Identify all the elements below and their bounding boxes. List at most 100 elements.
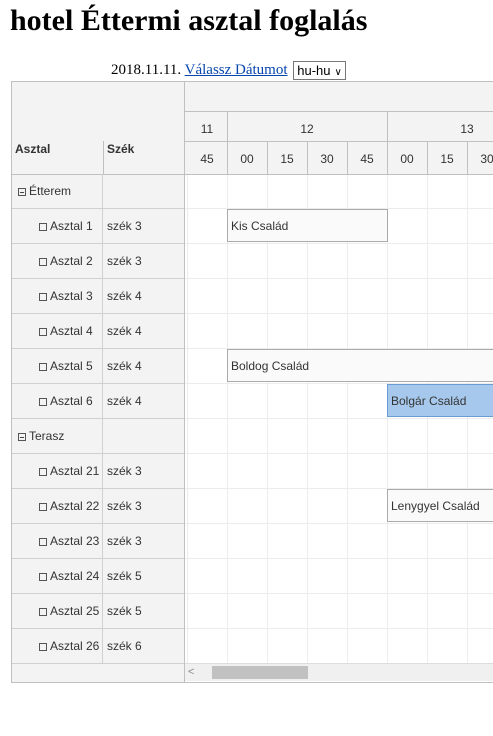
checkbox-icon[interactable] xyxy=(39,293,47,301)
row-label-cell: Asztal 1 xyxy=(12,209,103,243)
seat-label: szék 4 xyxy=(107,289,142,303)
table-row[interactable]: Asztal 21 szék 3 xyxy=(12,454,184,489)
choose-date-link[interactable]: Válassz Dátumot xyxy=(185,62,288,78)
collapse-icon[interactable] xyxy=(18,433,26,441)
table-row[interactable]: Asztal 4 szék 4 xyxy=(12,314,184,349)
row-header-panel: Asztal Szék Étterem Asztal 1 szék 3 Asztal … xyxy=(12,82,185,682)
table-row[interactable]: Asztal 26 szék 6 xyxy=(12,629,184,664)
reservation-event[interactable]: Kis Család xyxy=(227,209,388,242)
scheduler: Asztal Szék Étterem Asztal 1 szék 3 Asztal … xyxy=(11,81,493,683)
date-toolbar: 2018.11.11. Válassz Dátumot hu-hu ∨ xyxy=(111,61,346,80)
checkbox-icon[interactable] xyxy=(39,258,47,266)
current-date: 2018.11.11. xyxy=(111,61,182,78)
grid-column-line xyxy=(187,175,188,663)
row-label-cell: Asztal 3 xyxy=(12,279,103,313)
seat-label: szék 4 xyxy=(107,394,142,408)
row-label-cell: Asztal 6 xyxy=(12,384,103,418)
hour-label: 12 xyxy=(300,122,314,136)
checkbox-icon[interactable] xyxy=(39,573,47,581)
locale-select[interactable]: hu-hu ∨ xyxy=(293,61,346,80)
seat-label: szék 3 xyxy=(107,254,142,268)
grid-row-line xyxy=(185,558,493,559)
checkbox-icon[interactable] xyxy=(39,328,47,336)
grid-column-line xyxy=(427,175,428,663)
group-row[interactable]: Terasz xyxy=(12,419,184,454)
header-divider xyxy=(185,111,493,112)
timeline-panel: 11 12 13 45 00 15 30 45 00 15 30 Kis Család Boldog … xyxy=(185,82,493,682)
row-label-cell: Asztal 4 xyxy=(12,314,103,348)
horizontal-scrollbar[interactable]: < xyxy=(185,663,493,681)
row-label: Asztal 23 xyxy=(50,534,100,548)
row-label: Asztal 24 xyxy=(50,569,100,583)
page-title: hotel Éttermi asztal foglalás xyxy=(10,4,368,37)
checkbox-icon[interactable] xyxy=(39,468,47,476)
seat-label: szék 3 xyxy=(107,464,142,478)
checkbox-icon[interactable] xyxy=(39,608,47,616)
column-header-table: Asztal xyxy=(15,142,51,156)
row-label-cell: Terasz xyxy=(12,419,103,453)
collapse-icon[interactable] xyxy=(18,188,26,196)
grid-column-line xyxy=(467,175,468,663)
scroll-left-icon[interactable]: < xyxy=(188,664,194,681)
minute-label: 30 xyxy=(480,152,493,166)
column-header-seat: Szék xyxy=(107,142,135,156)
hour-separator xyxy=(227,112,228,141)
row-label: Asztal 5 xyxy=(50,359,93,373)
row-label: Asztal 22 xyxy=(50,499,100,513)
seat-label: szék 6 xyxy=(107,639,142,653)
minute-label: 15 xyxy=(280,152,294,166)
table-row[interactable]: Asztal 6 szék 4 xyxy=(12,384,184,419)
checkbox-icon[interactable] xyxy=(39,538,47,546)
row-header-corner: Asztal Szék xyxy=(12,82,184,175)
minute-label: 45 xyxy=(360,152,374,166)
grid-column-line xyxy=(307,175,308,663)
table-row[interactable]: Asztal 3 szék 4 xyxy=(12,279,184,314)
minute-label: 30 xyxy=(320,152,334,166)
grid-row-line xyxy=(185,243,493,244)
row-label: Étterem xyxy=(29,184,72,198)
row-label-cell: Asztal 5 xyxy=(12,349,103,383)
group-row[interactable]: Étterem xyxy=(12,174,184,209)
row-label: Asztal 25 xyxy=(50,604,100,618)
grid-row-line xyxy=(185,593,493,594)
checkbox-icon[interactable] xyxy=(39,398,47,406)
seat-label: szék 3 xyxy=(107,219,142,233)
chevron-down-icon: ∨ xyxy=(334,67,342,78)
minute-label: 45 xyxy=(200,152,214,166)
reservation-event[interactable]: Boldog Család xyxy=(227,349,493,382)
table-row[interactable]: Asztal 1 szék 3 xyxy=(12,209,184,244)
locale-value: hu-hu xyxy=(297,63,331,78)
scrollbar-thumb[interactable] xyxy=(212,666,308,679)
minute-label: 00 xyxy=(240,152,254,166)
row-label: Terasz xyxy=(29,429,65,443)
table-row[interactable]: Asztal 25 szék 5 xyxy=(12,594,184,629)
reservation-event[interactable]: Lenygyel Család xyxy=(387,489,493,522)
checkbox-icon[interactable] xyxy=(39,643,47,651)
row-label: Asztal 26 xyxy=(50,639,100,653)
row-label-cell: Asztal 24 xyxy=(12,559,103,593)
row-label: Asztal 1 xyxy=(50,219,93,233)
column-separator xyxy=(103,141,104,174)
table-row[interactable]: Asztal 22 szék 3 xyxy=(12,489,184,524)
reservation-event[interactable]: Bolgár Család xyxy=(387,384,493,417)
grid-row-line xyxy=(185,313,493,314)
row-label-cell: Étterem xyxy=(12,174,103,208)
row-label: Asztal 21 xyxy=(50,464,100,478)
table-row[interactable]: Asztal 23 szék 3 xyxy=(12,524,184,559)
row-label: Asztal 4 xyxy=(50,324,93,338)
table-row[interactable]: Asztal 5 szék 4 xyxy=(12,349,184,384)
row-label: Asztal 2 xyxy=(50,254,93,268)
hour-label: 13 xyxy=(460,122,474,136)
table-row[interactable]: Asztal 24 szék 5 xyxy=(12,559,184,594)
checkbox-icon[interactable] xyxy=(39,223,47,231)
table-row[interactable]: Asztal 2 szék 3 xyxy=(12,244,184,279)
grid-column-line xyxy=(227,175,228,663)
header-divider xyxy=(185,141,493,142)
checkbox-icon[interactable] xyxy=(39,363,47,371)
row-label-cell: Asztal 21 xyxy=(12,454,103,488)
row-label-cell: Asztal 25 xyxy=(12,594,103,628)
seat-label: szék 4 xyxy=(107,324,142,338)
grid-column-line xyxy=(347,175,348,663)
minute-label: 15 xyxy=(440,152,454,166)
checkbox-icon[interactable] xyxy=(39,503,47,511)
